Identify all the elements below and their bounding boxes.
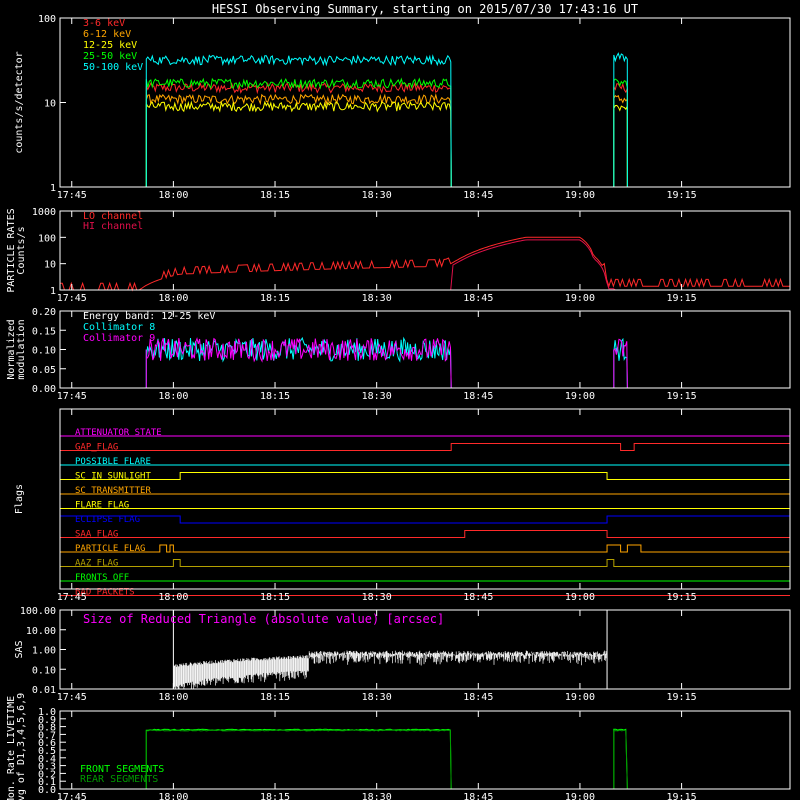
flag-label: AAZ FLAG xyxy=(75,559,118,569)
y-tick-label: 100 xyxy=(38,233,56,244)
x-tick-label: 19:15 xyxy=(667,190,697,201)
x-tick-label: 18:15 xyxy=(260,692,290,703)
x-tick-label: 19:15 xyxy=(667,792,697,800)
y-axis-label: Flags xyxy=(14,484,25,514)
y-axis-label: avg of D1,3,4,5,6,9 xyxy=(16,693,27,800)
x-tick-label: 18:15 xyxy=(260,293,290,304)
x-tick-label: 19:15 xyxy=(667,293,697,304)
y-tick-label: 1.0 xyxy=(38,707,56,718)
legend-entry: Collimator 8 xyxy=(83,322,155,333)
y-tick-label: 0.05 xyxy=(32,365,56,376)
flag-label: FLARE FLAG xyxy=(75,501,129,511)
y-tick-label: 0.15 xyxy=(32,326,56,337)
flag-label: ECLIPSE FLAG xyxy=(75,515,140,525)
x-tick-label: 18:15 xyxy=(260,391,290,402)
y-axis-label: counts/s/detector xyxy=(14,51,25,153)
y-tick-label: 100 xyxy=(38,14,56,25)
legend-entry: Collimator 9 xyxy=(83,333,155,344)
legend-entry: Energy band: 12-25 keV xyxy=(83,311,215,322)
y-axis-label: SAS xyxy=(14,640,25,658)
x-tick-label: 18:45 xyxy=(463,792,493,800)
flag-label: SAA FLAG xyxy=(75,530,118,540)
x-tick-label: 18:45 xyxy=(463,692,493,703)
x-tick-label: 18:15 xyxy=(260,792,290,800)
x-tick-label: 18:00 xyxy=(158,391,188,402)
y-tick-label: 10 xyxy=(44,260,56,271)
x-tick-label: 18:30 xyxy=(362,692,392,703)
x-tick-label: 18:00 xyxy=(158,592,188,603)
legend-entry: 50-100 keV xyxy=(83,62,143,73)
y-tick-label: 0.10 xyxy=(32,665,56,676)
x-tick-label: 18:00 xyxy=(158,692,188,703)
legend-entry: REAR SEGMENTS xyxy=(80,774,158,785)
flag-label: PARTICLE FLAG xyxy=(75,544,145,554)
x-tick-label: 19:00 xyxy=(565,792,595,800)
legend-entry: 6-12 keV xyxy=(83,29,131,40)
x-tick-label: 18:15 xyxy=(260,592,290,603)
x-tick-label: 17:45 xyxy=(57,293,87,304)
x-tick-label: 18:45 xyxy=(463,592,493,603)
x-tick-label: 17:45 xyxy=(57,592,87,603)
x-tick-label: 19:00 xyxy=(565,293,595,304)
flag-label: SC IN SUNLIGHT xyxy=(75,472,151,482)
y-tick-label: 0.20 xyxy=(32,307,56,318)
flag-label: POSSIBLE FLARE xyxy=(75,457,151,467)
x-tick-label: 17:45 xyxy=(57,190,87,201)
x-tick-label: 17:45 xyxy=(57,692,87,703)
x-tick-label: 17:45 xyxy=(57,391,87,402)
y-axis-label: Counts/s xyxy=(16,226,27,274)
x-tick-label: 19:15 xyxy=(667,692,697,703)
x-tick-label: 18:45 xyxy=(463,293,493,304)
y-tick-label: 0.01 xyxy=(32,685,56,696)
sas-annotation: Size of Reduced Triangle (absolute value… xyxy=(83,612,444,626)
chart-title: HESSI Observing Summary, starting on 201… xyxy=(212,2,638,16)
y-tick-label: 0.10 xyxy=(32,346,56,357)
x-tick-label: 19:00 xyxy=(565,692,595,703)
y-tick-label: 0.00 xyxy=(32,384,56,395)
x-tick-label: 18:45 xyxy=(463,391,493,402)
y-tick-label: 10.00 xyxy=(26,626,56,637)
flag-label: GAP_FLAG xyxy=(75,443,118,453)
x-tick-label: 18:45 xyxy=(463,190,493,201)
x-tick-label: 19:00 xyxy=(565,190,595,201)
flag-label: FRONTS OFF xyxy=(75,573,129,583)
y-tick-label: 1000 xyxy=(32,207,56,218)
x-tick-label: 18:15 xyxy=(260,190,290,201)
legend-entry: 12-25 keV xyxy=(83,40,137,51)
legend-entry: 3-6 keV xyxy=(83,18,125,29)
x-tick-label: 18:00 xyxy=(158,792,188,800)
x-tick-label: 19:00 xyxy=(565,391,595,402)
x-tick-label: 18:30 xyxy=(362,592,392,603)
legend-entry: 25-50 keV xyxy=(83,51,137,62)
x-tick-label: 18:30 xyxy=(362,391,392,402)
hessi-summary-chart: HESSI Observing Summary, starting on 201… xyxy=(0,0,800,800)
x-tick-label: 18:30 xyxy=(362,792,392,800)
y-tick-label: 10 xyxy=(44,99,56,110)
x-tick-label: 18:30 xyxy=(362,190,392,201)
y-axis-label: modulation xyxy=(16,319,27,379)
y-tick-label: 1 xyxy=(50,183,56,194)
x-tick-label: 18:00 xyxy=(158,190,188,201)
legend-entry: HI channel xyxy=(83,221,143,232)
x-tick-label: 17:45 xyxy=(57,792,87,800)
x-tick-label: 18:00 xyxy=(158,293,188,304)
y-tick-label: 1 xyxy=(50,286,56,297)
x-tick-label: 19:15 xyxy=(667,592,697,603)
flag-label: SC TRANSMITTER xyxy=(75,486,151,496)
x-tick-label: 18:30 xyxy=(362,293,392,304)
x-tick-label: 19:00 xyxy=(565,592,595,603)
flag-label: ATTENUATOR STATE xyxy=(75,428,162,438)
x-tick-label: 19:15 xyxy=(667,391,697,402)
y-tick-label: 1.00 xyxy=(32,646,56,657)
y-tick-label: 100.00 xyxy=(20,606,56,617)
